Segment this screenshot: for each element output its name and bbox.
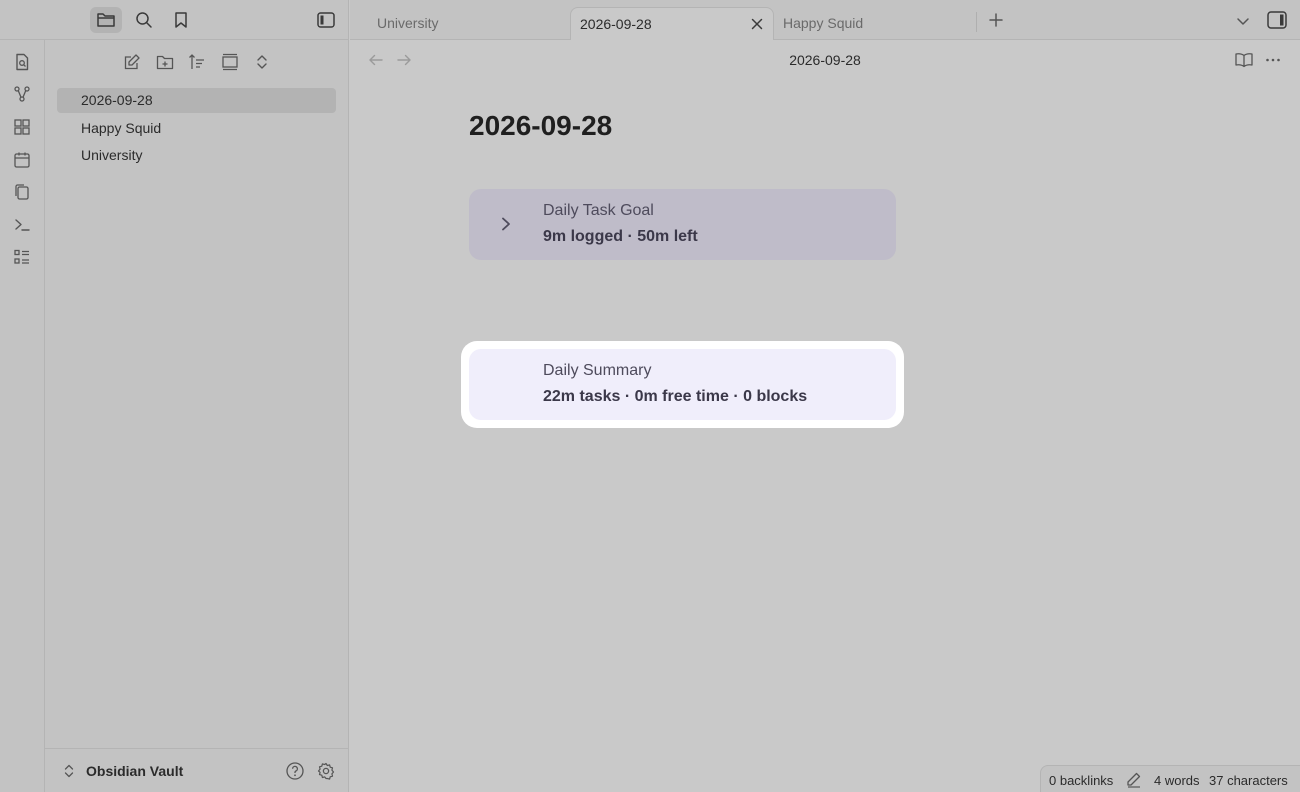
tab-university[interactable]: University — [368, 7, 568, 40]
edit-icon — [124, 54, 140, 70]
ribbon — [0, 40, 45, 792]
tab-happy-squid[interactable]: Happy Squid — [774, 7, 974, 40]
tab-2026-09-28[interactable]: 2026-09-28 — [570, 7, 774, 40]
open-daily-note-button[interactable] — [12, 150, 32, 170]
open-canvas-button[interactable] — [12, 117, 32, 137]
card-label: Daily Task Goal — [543, 202, 654, 219]
help-icon[interactable] — [285, 761, 305, 781]
new-tab-button[interactable] — [986, 10, 1006, 30]
terminal-icon — [15, 219, 30, 231]
daily-task-goal-card[interactable]: Daily Task Goal 9m logged · 50m left — [469, 189, 896, 260]
file-search-icon — [16, 53, 29, 71]
file-explorer: 2026-09-28 Happy Squid University Obsidi… — [45, 40, 349, 792]
sidebar-right-icon[interactable] — [1266, 10, 1288, 30]
more-options-icon[interactable] — [1264, 51, 1282, 69]
file-item[interactable]: Happy Squid — [57, 116, 336, 141]
book-open-icon[interactable] — [1234, 51, 1254, 69]
card-label: Daily Summary — [543, 362, 652, 379]
new-folder-button[interactable] — [153, 50, 177, 74]
open-command-palette-button[interactable] — [12, 215, 32, 235]
gear-icon[interactable] — [316, 761, 336, 781]
tab-title: Happy Squid — [783, 15, 864, 31]
copy-icon — [15, 184, 29, 200]
bookmark-icon — [175, 12, 187, 28]
chevrons-up-down-icon[interactable] — [63, 763, 75, 779]
file-explorer-toolbar — [45, 50, 348, 74]
backlinks-count[interactable]: 0 backlinks — [1049, 773, 1113, 788]
calendar-icon — [14, 152, 30, 168]
chevron-down-icon[interactable] — [1234, 12, 1252, 30]
card-value: 9m logged · 50m left — [543, 228, 698, 245]
tab-title: University — [377, 15, 439, 31]
change-sort-order-button[interactable] — [185, 50, 209, 74]
list-icon — [14, 249, 29, 264]
tab-bar: University 2026-09-28 Happy Squid — [350, 0, 1300, 40]
status-bar: 0 backlinks 4 words 37 characters — [1040, 765, 1300, 792]
bookmarks-tab-button[interactable] — [165, 7, 197, 33]
pencil-icon[interactable] — [1125, 771, 1142, 788]
folder-icon — [97, 13, 115, 27]
plus-icon — [989, 13, 1003, 27]
new-note-button[interactable] — [120, 50, 144, 74]
search-tab-button[interactable] — [128, 7, 160, 33]
insert-template-button[interactable] — [12, 182, 32, 202]
sidebar-top-toolbar — [0, 0, 349, 40]
file-list: 2026-09-28 Happy Squid University — [57, 88, 336, 171]
close-tab-button[interactable] — [749, 16, 765, 32]
tab-divider — [976, 12, 977, 32]
file-item[interactable]: University — [57, 143, 336, 168]
folder-plus-icon — [156, 55, 174, 70]
daily-summary-card[interactable]: Daily Summary 22m tasks · 0m free time ·… — [469, 349, 896, 420]
card-value: 22m tasks · 0m free time · 0 blocks — [543, 388, 808, 405]
open-quick-switcher-button[interactable] — [12, 52, 32, 72]
collapse-left-sidebar-button[interactable] — [310, 7, 342, 33]
expand-collapse-all-button[interactable] — [250, 50, 274, 74]
file-item[interactable]: 2026-09-28 — [57, 88, 336, 113]
chevron-right-icon[interactable] — [499, 215, 513, 233]
view-header-title[interactable]: 2026-09-28 — [350, 52, 1300, 68]
files-tab-button[interactable] — [90, 7, 122, 33]
close-icon — [751, 18, 763, 30]
layout-icon — [222, 53, 238, 71]
auto-reveal-file-button[interactable] — [218, 50, 242, 74]
vault-bar: Obsidian Vault — [45, 748, 348, 792]
character-count: 37 characters — [1209, 773, 1288, 788]
tab-title: 2026-09-28 — [580, 16, 652, 32]
note-title: 2026-09-28 — [469, 110, 613, 141]
vault-switcher[interactable]: Obsidian Vault — [86, 763, 183, 779]
graph-icon — [14, 86, 30, 102]
open-task-list-button[interactable] — [12, 247, 32, 267]
dashboard-icon — [14, 119, 30, 135]
word-count: 4 words — [1154, 773, 1200, 788]
chevrons-up-down-icon — [257, 55, 267, 69]
view-header: 2026-09-28 — [350, 41, 1300, 79]
search-icon — [136, 12, 152, 28]
open-graph-view-button[interactable] — [12, 84, 32, 104]
sort-icon — [189, 54, 204, 69]
sidebar-left-icon — [317, 12, 335, 28]
